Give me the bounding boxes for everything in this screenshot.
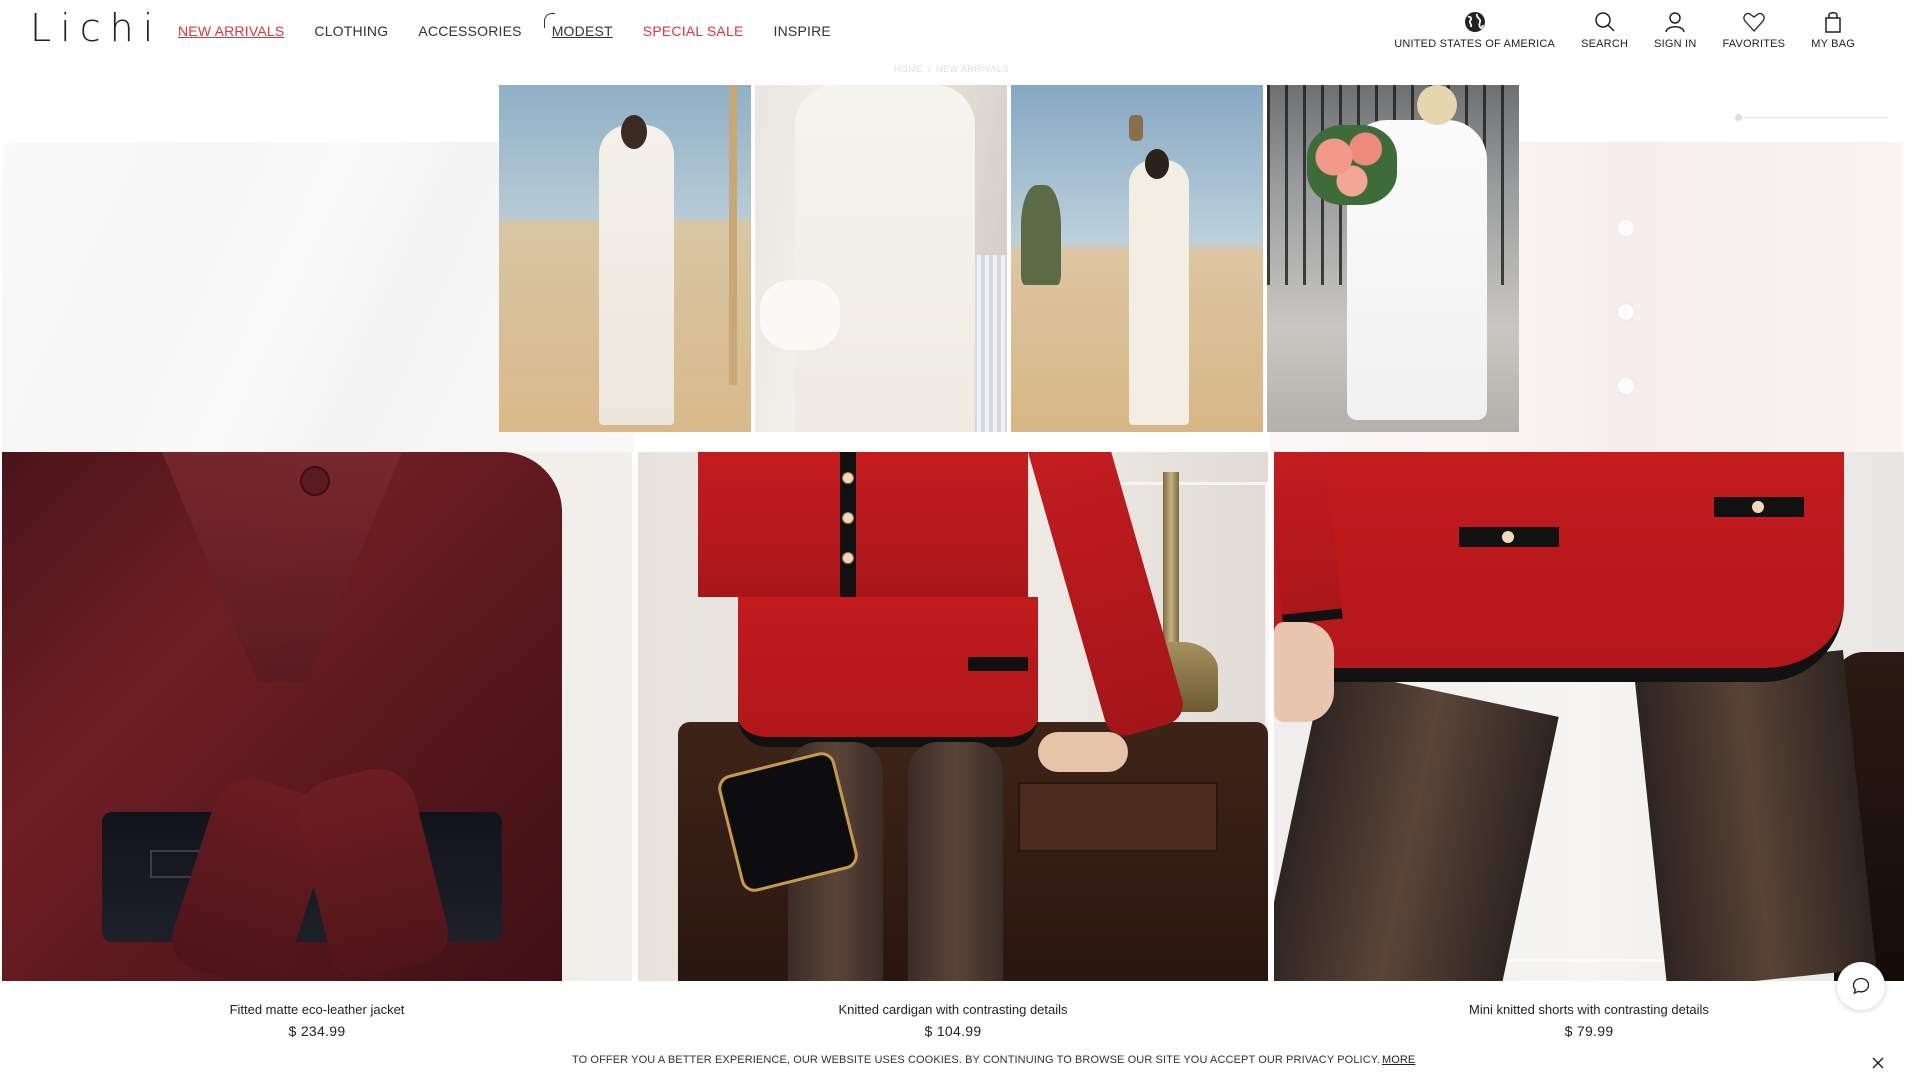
model-figure	[1129, 160, 1189, 425]
lantern	[1129, 115, 1143, 141]
site-header: Lichi NEW ARRIVALS CLOTHING ACCESSORIES …	[0, 0, 1905, 62]
favorites-label: FAVORITES	[1722, 38, 1786, 50]
nav-accessories[interactable]: ACCESSORIES	[418, 23, 521, 39]
region-label: UNITED STATES OF AMERICA	[1394, 38, 1556, 50]
slider-handle[interactable]	[1735, 114, 1742, 121]
favorites-button[interactable]: FAVORITES	[1722, 10, 1785, 50]
leg-right	[1634, 650, 1877, 981]
gold-button	[842, 552, 854, 564]
slider-track[interactable]	[1738, 117, 1888, 118]
product-info-cardigan: Knitted cardigan with contrasting detail…	[638, 1002, 1268, 1039]
search-icon	[1594, 12, 1615, 32]
nav-inspire[interactable]: INSPIRE	[774, 23, 831, 39]
product-grid	[2, 452, 1904, 981]
inspire-gallery-popup	[499, 85, 1519, 432]
product-price: $ 104.99	[924, 1023, 982, 1039]
product-card-shorts[interactable]	[1274, 452, 1904, 981]
product-card-jacket[interactable]	[2, 452, 632, 981]
model-hair	[1417, 85, 1457, 125]
product-info-jacket: Fitted matte eco-leather jacket $ 234.99	[2, 1002, 632, 1039]
product-name[interactable]: Fitted matte eco-leather jacket	[2, 1002, 632, 1017]
search-label: SEARCH	[1581, 38, 1629, 50]
product-card-cardigan[interactable]	[638, 452, 1268, 981]
lamp-stem	[1163, 472, 1179, 652]
chat-button[interactable]	[1837, 962, 1885, 1010]
nav-new-arrivals[interactable]: NEW ARRIVALS	[178, 23, 284, 39]
red-cardigan	[698, 452, 1028, 597]
gallery-image-4[interactable]	[1267, 85, 1519, 432]
nav-modest[interactable]: MODEST	[543, 13, 613, 39]
bag-icon	[1825, 12, 1841, 33]
product-name[interactable]: Knitted cardigan with contrasting detail…	[638, 1002, 1268, 1017]
table-drawer	[1018, 782, 1218, 852]
bag-label: MY BAG	[1811, 38, 1855, 50]
brand-logo[interactable]: Lichi	[30, 6, 162, 50]
breadcrumb-home[interactable]: HOME	[894, 64, 923, 74]
white-dress	[795, 85, 975, 432]
gold-button	[1752, 501, 1764, 513]
product-price: $ 234.99	[288, 1023, 346, 1039]
chat-bubble-icon	[1852, 977, 1870, 995]
gold-button	[1502, 531, 1514, 543]
palm-tree	[1021, 185, 1061, 285]
hand	[1274, 622, 1334, 722]
gallery-image-2[interactable]	[755, 85, 1007, 432]
model-figure	[599, 125, 674, 425]
nav-clothing[interactable]: CLOTHING	[314, 23, 388, 39]
breadcrumb: HOME / NEW ARRIVALS	[894, 64, 1009, 74]
shorts-pocket	[968, 657, 1028, 671]
product-info-shorts: Mini knitted shorts with contrasting det…	[1274, 1002, 1904, 1039]
region-selector[interactable]: UNITED STATES OF AMERICA	[1394, 10, 1555, 50]
jacket-button	[302, 468, 328, 494]
product-price: $ 79.99	[1564, 1023, 1614, 1039]
user-icon	[1665, 12, 1686, 33]
hand	[1038, 732, 1128, 772]
feather-cuff	[760, 280, 840, 350]
search-button[interactable]: SEARCH	[1581, 10, 1628, 50]
cookie-text: TO OFFER YOU A BETTER EXPERIENCE, OUR WE…	[572, 1054, 1380, 1066]
cookie-banner: TO OFFER YOU A BETTER EXPERIENCE, OUR WE…	[0, 1050, 1905, 1079]
nav-special-sale[interactable]: SPECIAL SALE	[643, 23, 744, 39]
sign-in-button[interactable]: SIGN IN	[1654, 10, 1696, 50]
heart-icon	[1743, 12, 1765, 32]
cookie-text-wrapper: TO OFFER YOU A BETTER EXPERIENCE, OUR WE…	[572, 1054, 1415, 1066]
globe-icon	[1464, 12, 1485, 32]
gallery-image-3[interactable]	[1011, 85, 1263, 432]
bag-button[interactable]: MY BAG	[1811, 10, 1855, 50]
leg-right	[908, 742, 1003, 981]
header-tools: UNITED STATES OF AMERICA SEARCH SIGN IN …	[1394, 10, 1855, 50]
red-shorts	[738, 597, 1038, 747]
main-nav: NEW ARRIVALS CLOTHING ACCESSORIES MODEST…	[178, 13, 831, 39]
gold-button	[842, 472, 854, 484]
product-name[interactable]: Mini knitted shorts with contrasting det…	[1274, 1002, 1904, 1017]
breadcrumb-current: NEW ARRIVALS	[936, 64, 1009, 74]
bamboo-pole	[729, 85, 737, 385]
close-icon[interactable]	[1868, 1053, 1888, 1073]
breadcrumb-separator: /	[928, 64, 932, 74]
gold-button	[842, 512, 854, 524]
sign-in-label: SIGN IN	[1654, 38, 1697, 50]
cookie-more-link[interactable]: MORE	[1382, 1054, 1415, 1066]
model-head	[1145, 149, 1169, 179]
peony-bouquet	[1307, 125, 1397, 205]
model-head	[621, 115, 647, 149]
gallery-image-1[interactable]	[499, 85, 751, 432]
red-shorts	[1274, 452, 1844, 682]
